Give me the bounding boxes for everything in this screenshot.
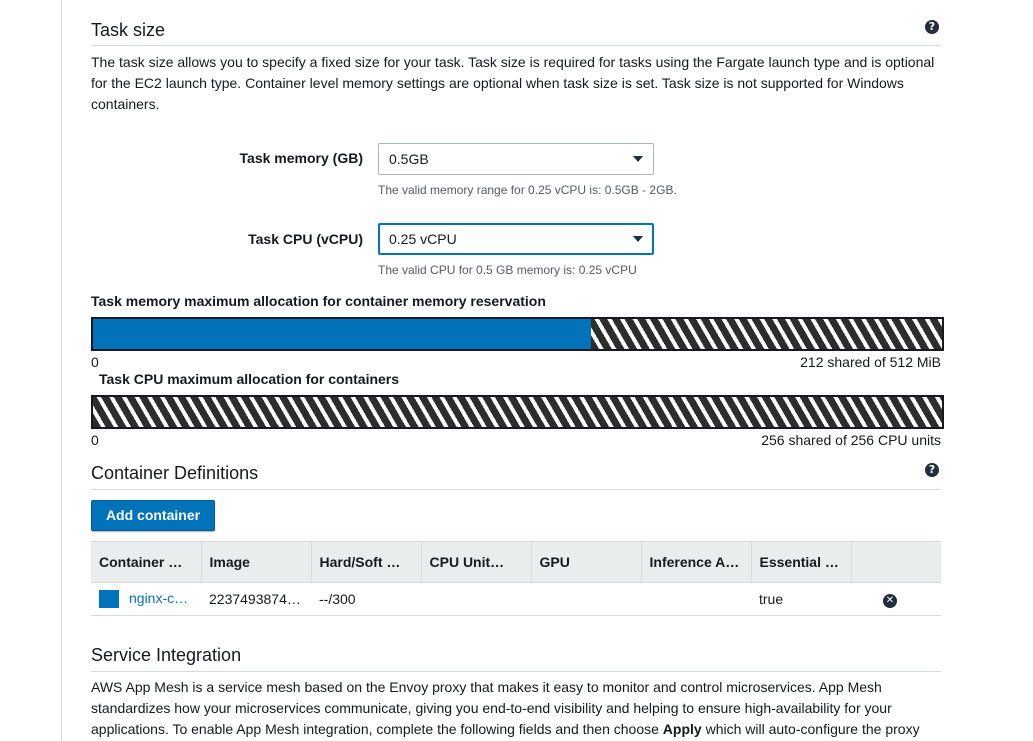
table-row: nginx-c… 2237493874… --/300 true ✕ <box>91 582 941 616</box>
memory-shared-area <box>590 319 942 349</box>
task-memory-select[interactable]: 0.5GB <box>378 143 654 175</box>
task-memory-label: Task memory (GB) <box>239 150 363 166</box>
container-definitions-title: Container Definitions <box>91 463 259 483</box>
cpu-shared-area <box>93 397 942 427</box>
memory-allocation-bar <box>91 317 944 351</box>
hard-soft-cell: --/300 <box>311 582 421 616</box>
section-divider <box>91 45 941 46</box>
task-cpu-label: Task CPU (vCPU) <box>248 231 363 247</box>
section-divider <box>91 489 941 490</box>
task-size-title: Task size <box>91 20 166 40</box>
task-size-description: The task size allows you to specify a fi… <box>91 54 935 112</box>
column-header-cpu-units[interactable]: CPU Unit… <box>421 541 532 583</box>
column-header-container-name[interactable]: Container … <box>91 541 202 583</box>
question-circle-icon[interactable]: ? <box>925 20 939 34</box>
column-header-actions <box>851 541 941 583</box>
cpu-units-cell <box>421 582 531 616</box>
add-container-button[interactable]: Add container <box>91 500 215 531</box>
actions-cell: ✕ <box>851 582 941 616</box>
table-header-row: Container … Image Hard/Soft … CPU Unit… … <box>91 541 941 583</box>
cpu-allocation-bar <box>91 395 944 429</box>
essential-cell: true <box>751 582 851 616</box>
column-header-hard-soft-limits[interactable]: Hard/Soft … <box>311 541 422 583</box>
container-table: Container … Image Hard/Soft … CPU Unit… … <box>91 541 941 616</box>
service-integration-description: AWS App Mesh is a service mesh based on … <box>91 677 941 740</box>
container-name-cell: nginx-c… <box>91 582 201 616</box>
chevron-down-icon <box>633 236 643 242</box>
section-divider <box>91 671 941 672</box>
service-integration-title: Service Integration <box>91 645 242 665</box>
description-apply-emphasis: Apply <box>662 721 702 737</box>
memory-reserved-fill <box>93 319 591 349</box>
task-cpu-select[interactable]: 0.25 vCPU <box>378 223 654 255</box>
column-header-gpu[interactable]: GPU <box>531 541 642 583</box>
inference-cell <box>641 582 751 616</box>
task-cpu-value: 0.25 vCPU <box>389 231 457 247</box>
task-memory-value: 0.5GB <box>389 151 429 167</box>
memory-allocation-summary: 212 shared of 512 MiB <box>800 354 941 370</box>
chevron-down-icon <box>633 156 643 162</box>
column-header-essential[interactable]: Essential … <box>751 541 852 583</box>
column-header-image[interactable]: Image <box>201 541 312 583</box>
container-color-swatch <box>99 590 119 609</box>
question-circle-icon[interactable]: ? <box>925 463 939 477</box>
memory-allocation-label: Task memory maximum allocation for conta… <box>91 293 546 309</box>
task-memory-hint: The valid memory range for 0.25 vCPU is:… <box>378 183 677 197</box>
memory-axis-start: 0 <box>91 354 99 370</box>
description-part-2: which will auto-configure the proxy <box>701 721 920 737</box>
cpu-allocation-label: Task CPU maximum allocation for containe… <box>99 371 400 387</box>
image-cell: 2237493874… <box>201 582 311 616</box>
container-name-link[interactable]: nginx-c… <box>129 590 188 606</box>
cpu-axis-start: 0 <box>91 432 99 448</box>
task-cpu-hint: The valid CPU for 0.5 GB memory is: 0.25… <box>378 263 637 277</box>
column-header-inference[interactable]: Inference A… <box>641 541 752 583</box>
remove-circle-icon[interactable]: ✕ <box>883 594 897 608</box>
cpu-allocation-summary: 256 shared of 256 CPU units <box>761 432 941 448</box>
gpu-cell <box>531 582 641 616</box>
left-border <box>61 0 62 741</box>
